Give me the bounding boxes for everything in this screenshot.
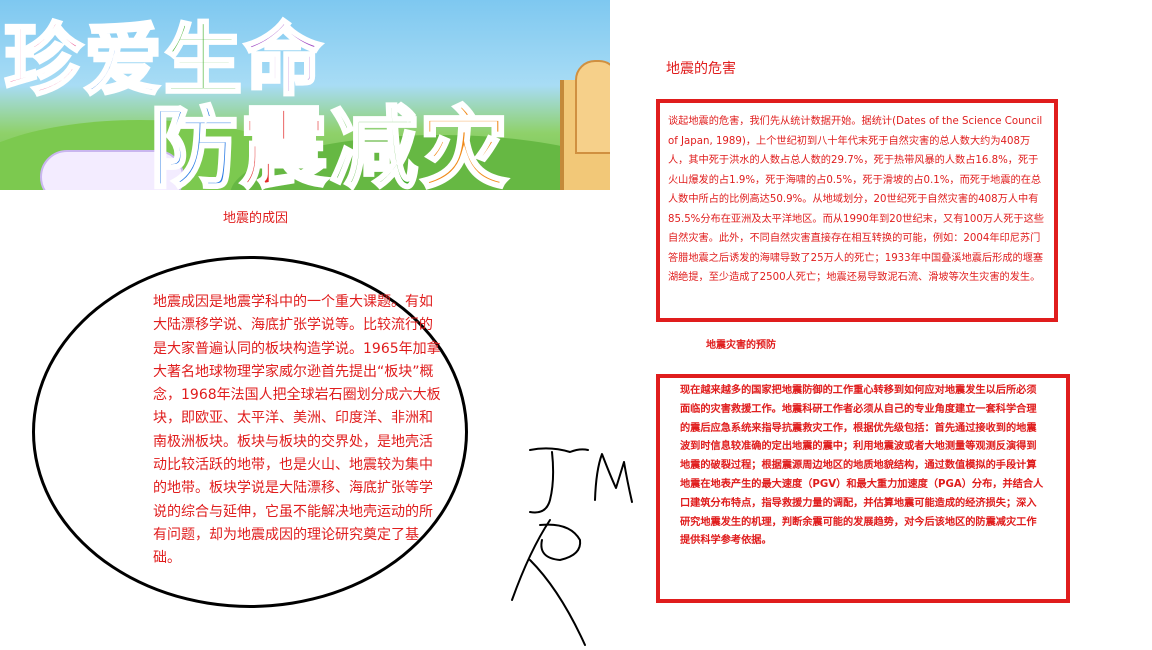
banner-char: 震 [239, 96, 331, 191]
banner-image: 珍爱生命 防震减灾 [0, 0, 610, 190]
earthquake-hazard-heading: 地震的危害 [666, 61, 736, 77]
signature-stroke [529, 447, 589, 453]
earthquake-hazard-text: 谈起地震的危害，我们先从统计数据开始。据统计(Dates of the Scie… [668, 116, 1044, 283]
earthquake-prevention-text: 现在越来越多的国家把地震防御的工作重心转移到如何应对地震发生以后所必须面临的灾害… [680, 385, 1044, 547]
earthquake-prevention-heading: 地震灾害的预防 [706, 340, 776, 351]
signature-stroke [594, 453, 633, 503]
banner-char: 减 [329, 96, 421, 191]
banner-title-line2: 防震减灾 [148, 78, 511, 191]
banner-char: 灾 [419, 96, 511, 191]
earthquake-hazard-box: 谈起地震的危害，我们先从统计数据开始。据统计(Dates of the Scie… [656, 99, 1058, 322]
earthquake-cause-text: 地震成因是地震学科中的一个重大课题。有如大陆漂移学说、海底扩张学说等。比较流行的… [153, 294, 441, 567]
banner-char: 珍 [2, 15, 85, 108]
banner-giraffe [575, 60, 610, 154]
handwritten-signature [511, 447, 633, 646]
earthquake-cause-heading: 地震的成因 [223, 211, 289, 226]
signature-stroke [529, 451, 555, 514]
signature-stroke [539, 523, 582, 561]
earthquake-prevention-box: 现在越来越多的国家把地震防御的工作重心转移到如何应对地震发生以后所必须面临的灾害… [656, 374, 1070, 603]
signature-stroke [529, 559, 586, 646]
banner-char: 防 [148, 96, 241, 191]
